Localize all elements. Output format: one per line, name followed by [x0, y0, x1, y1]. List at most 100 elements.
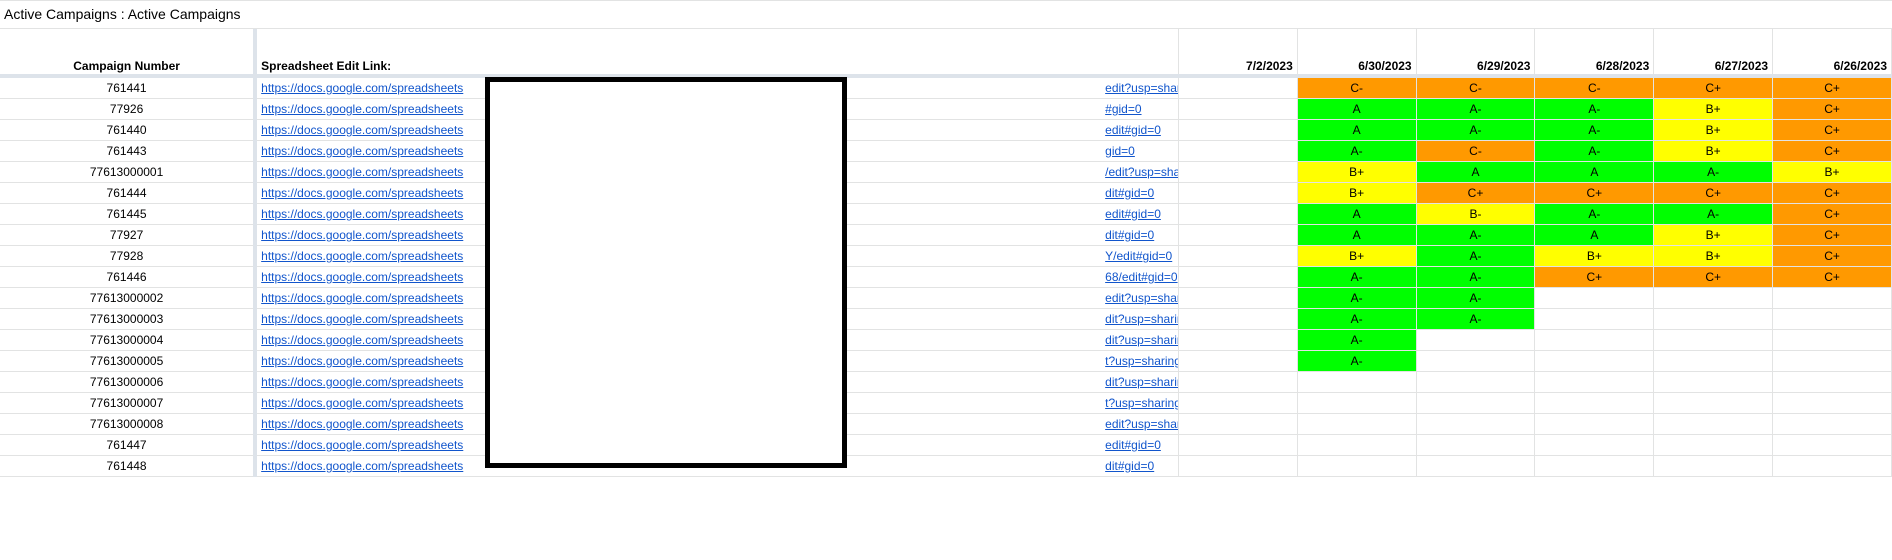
campaign-number-cell[interactable]: 77613000001 [0, 161, 258, 183]
spreadsheet-link-end[interactable]: edit#gid=0 [1105, 435, 1161, 455]
grade-cell[interactable] [1178, 371, 1298, 393]
campaign-number-cell[interactable]: 761441 [0, 76, 258, 99]
grade-cell[interactable]: A- [1297, 329, 1417, 351]
grade-cell[interactable]: C+ [1653, 76, 1774, 99]
grade-cell[interactable]: A [1297, 98, 1417, 120]
grade-cell[interactable] [1178, 329, 1298, 351]
header-date[interactable]: 6/30/2023 [1297, 29, 1417, 78]
grade-cell[interactable]: A- [1416, 266, 1536, 288]
header-campaign-number[interactable]: Campaign Number [0, 29, 258, 78]
spreadsheet-link-end[interactable]: t?usp=sharing [1105, 351, 1177, 371]
grade-cell[interactable] [1534, 434, 1655, 456]
spreadsheet-link-end[interactable]: edit?usp=sharing [1105, 78, 1177, 98]
grade-cell[interactable] [1297, 413, 1417, 435]
grade-cell[interactable] [1772, 455, 1892, 477]
grade-cell[interactable]: C- [1416, 140, 1536, 162]
grade-cell[interactable]: A [1297, 224, 1417, 246]
grade-cell[interactable] [1297, 434, 1417, 456]
campaign-number-cell[interactable]: 761443 [0, 140, 258, 162]
spreadsheet-link-end[interactable]: dit?usp=sharing [1105, 309, 1177, 329]
spreadsheet-link-start[interactable]: https://docs.google.com/spreadsheets [261, 228, 463, 242]
grade-cell[interactable]: C- [1297, 76, 1417, 99]
spreadsheet-link-start[interactable]: https://docs.google.com/spreadsheets [261, 165, 463, 179]
spreadsheet-link-start[interactable]: https://docs.google.com/spreadsheets [261, 417, 463, 431]
grade-cell[interactable] [1534, 350, 1655, 372]
grade-cell[interactable]: A [1416, 161, 1536, 183]
grade-cell[interactable]: C+ [1772, 76, 1892, 99]
spreadsheet-link-start[interactable]: https://docs.google.com/spreadsheets [261, 81, 463, 95]
grade-cell[interactable]: B+ [1297, 161, 1417, 183]
grade-cell[interactable]: C+ [1534, 182, 1655, 204]
grade-cell[interactable]: B+ [1653, 119, 1774, 141]
grade-cell[interactable] [1534, 455, 1655, 477]
grade-cell[interactable]: A [1534, 161, 1655, 183]
grade-cell[interactable] [1178, 119, 1298, 141]
grade-cell[interactable] [1534, 287, 1655, 309]
spreadsheet-link-start[interactable]: https://docs.google.com/spreadsheets [261, 459, 463, 473]
spreadsheet-link-start[interactable]: https://docs.google.com/spreadsheets [261, 186, 463, 200]
grade-cell[interactable] [1416, 455, 1536, 477]
campaign-number-cell[interactable]: 77927 [0, 224, 258, 246]
campaign-number-cell[interactable]: 77928 [0, 245, 258, 267]
grade-cell[interactable] [1653, 350, 1774, 372]
grade-cell[interactable] [1653, 413, 1774, 435]
spreadsheet-link-end[interactable]: dit?usp=sharing [1105, 330, 1177, 350]
spreadsheet-link-end[interactable]: Y/edit#gid=0 [1105, 246, 1172, 266]
grade-cell[interactable] [1416, 329, 1536, 351]
campaign-number-cell[interactable]: 77613000004 [0, 329, 258, 351]
grade-cell[interactable] [1297, 392, 1417, 414]
campaign-number-cell[interactable]: 761444 [0, 182, 258, 204]
campaign-number-cell[interactable]: 77613000007 [0, 392, 258, 414]
grade-cell[interactable] [1416, 392, 1536, 414]
grade-cell[interactable] [1653, 308, 1774, 330]
spreadsheet-link-end[interactable]: 68/edit#gid=0 [1105, 267, 1177, 287]
grade-cell[interactable]: C+ [1772, 98, 1892, 120]
grade-cell[interactable]: C+ [1772, 266, 1892, 288]
spreadsheet-link-start[interactable]: https://docs.google.com/spreadsheets [261, 207, 463, 221]
grade-cell[interactable]: C+ [1772, 224, 1892, 246]
grade-cell[interactable]: C+ [1653, 182, 1774, 204]
spreadsheet-link-end[interactable]: /edit?usp=sharing [1105, 162, 1177, 182]
grade-cell[interactable] [1772, 392, 1892, 414]
spreadsheet-link-start[interactable]: https://docs.google.com/spreadsheets [261, 144, 463, 158]
spreadsheet-link-start[interactable]: https://docs.google.com/spreadsheets [261, 312, 463, 326]
spreadsheet-link-end[interactable]: dit#gid=0 [1105, 183, 1154, 203]
grade-cell[interactable]: C+ [1653, 266, 1774, 288]
grade-cell[interactable] [1178, 413, 1298, 435]
header-date[interactable]: 6/28/2023 [1534, 29, 1655, 78]
grade-cell[interactable] [1772, 350, 1892, 372]
spreadsheet-link-end[interactable]: #gid=0 [1105, 99, 1141, 119]
spreadsheet-link-end[interactable]: gid=0 [1105, 141, 1135, 161]
spreadsheet-link-start[interactable]: https://docs.google.com/spreadsheets [261, 375, 463, 389]
grade-cell[interactable]: A- [1416, 119, 1536, 141]
spreadsheet-link-end[interactable]: edit#gid=0 [1105, 204, 1161, 224]
header-date[interactable]: 6/29/2023 [1416, 29, 1536, 78]
grade-cell[interactable]: B+ [1772, 161, 1892, 183]
grade-cell[interactable]: B- [1416, 203, 1536, 225]
grade-cell[interactable] [1772, 434, 1892, 456]
campaign-number-cell[interactable]: 77926 [0, 98, 258, 120]
campaign-number-cell[interactable]: 761445 [0, 203, 258, 225]
grade-cell[interactable] [1178, 392, 1298, 414]
grade-cell[interactable]: A- [1534, 203, 1655, 225]
campaign-number-cell[interactable]: 761448 [0, 455, 258, 477]
grade-cell[interactable]: B+ [1653, 245, 1774, 267]
grade-cell[interactable]: A- [1534, 98, 1655, 120]
grade-cell[interactable] [1772, 371, 1892, 393]
grade-cell[interactable] [1534, 371, 1655, 393]
spreadsheet-link-start[interactable]: https://docs.google.com/spreadsheets [261, 354, 463, 368]
grade-cell[interactable] [1534, 308, 1655, 330]
grade-cell[interactable] [1534, 392, 1655, 414]
grade-cell[interactable]: B+ [1297, 245, 1417, 267]
grade-cell[interactable] [1772, 308, 1892, 330]
grade-cell[interactable]: A- [1416, 287, 1536, 309]
grade-cell[interactable]: B+ [1653, 224, 1774, 246]
header-spreadsheet-link[interactable]: Spreadsheet Edit Link: [255, 29, 1180, 78]
grade-cell[interactable] [1772, 413, 1892, 435]
grade-cell[interactable]: B+ [1653, 140, 1774, 162]
grade-cell[interactable] [1653, 392, 1774, 414]
grade-cell[interactable] [1772, 329, 1892, 351]
grade-cell[interactable]: B+ [1653, 98, 1774, 120]
campaign-number-cell[interactable]: 761440 [0, 119, 258, 141]
grade-cell[interactable] [1178, 245, 1298, 267]
